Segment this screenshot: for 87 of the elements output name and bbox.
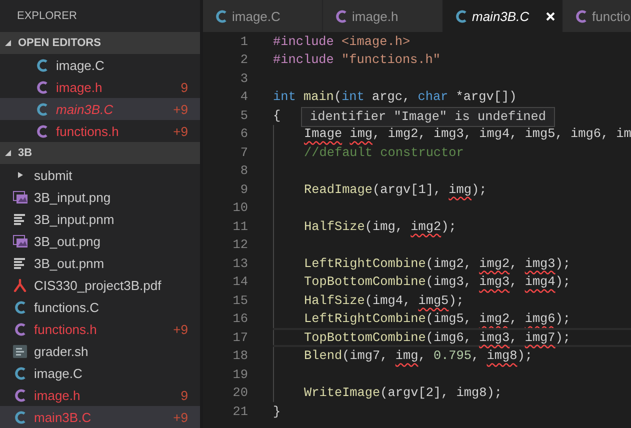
line-number: 3 <box>239 70 248 86</box>
file-item[interactable]: functions.C <box>0 296 200 318</box>
line-number: 4 <box>239 89 248 104</box>
editor-tab[interactable]: functio <box>563 0 631 32</box>
c-file-icon <box>36 80 48 94</box>
file-item[interactable]: image.C <box>0 362 200 384</box>
line-number: 20 <box>232 385 248 400</box>
line-number: 19 <box>232 366 248 382</box>
line-number: 14 <box>232 274 248 290</box>
c-file-icon <box>14 366 26 380</box>
code-line: Blend(img7, img, 0.795, img8); <box>304 348 532 364</box>
code-line: } <box>273 404 281 419</box>
line-number: 9 <box>239 182 248 197</box>
file-item[interactable]: 3B_input.png <box>0 186 200 208</box>
file-item[interactable]: image.h 9 <box>0 76 200 98</box>
problem-count: +9 <box>173 322 188 336</box>
line-number: 5 <box>239 108 248 123</box>
image-file-icon <box>12 234 28 248</box>
line-number: 10 <box>232 200 248 216</box>
sidebar-title: EXPLORER <box>16 9 78 24</box>
c-file-icon <box>336 10 347 22</box>
code-line: WriteImage(argv[2], img8); <box>304 385 502 400</box>
editor-tab[interactable]: image.h <box>323 0 443 32</box>
problem-count: +9 <box>173 124 188 138</box>
line-number: 16 <box>232 311 248 326</box>
c-file-icon <box>14 388 26 402</box>
c-file-icon <box>456 10 467 22</box>
hover-tooltip: identifier "Image" is undefined <box>301 107 556 127</box>
c-file-icon <box>36 124 48 138</box>
problem-count: 9 <box>180 80 188 94</box>
file-item[interactable]: grader.sh <box>0 340 200 362</box>
section-title: OPEN EDITORS <box>18 37 101 49</box>
code-line: HalfSize(img4, img5); <box>304 292 464 308</box>
section-header[interactable]: 3B <box>0 142 200 164</box>
problem-count: +9 <box>173 410 188 424</box>
line-number: 1 <box>239 34 248 49</box>
code-line: HalfSize(img, img2); <box>304 218 456 234</box>
c-file-icon <box>216 10 227 22</box>
image-file-icon <box>12 190 28 204</box>
code-line: Image img, img2, img3, img4, img5, img6, im <box>304 126 631 142</box>
c-file-icon <box>14 410 26 424</box>
problem-count: 9 <box>180 388 188 402</box>
code-line: TopBottomCombine(img3, img3, img4); <box>304 274 571 290</box>
code-line: int main(int argc, char *argv[]) <box>273 89 517 104</box>
code-line: ReadImage(argv[1], img); <box>304 182 487 197</box>
file-item[interactable]: 3B_input.pnm <box>0 208 200 230</box>
file-item[interactable]: image.C <box>0 54 200 76</box>
editor-tab[interactable]: image.C <box>203 0 323 32</box>
section-title: 3B <box>18 147 32 159</box>
code-line: LeftRightCombine(img5, img2, img6); <box>304 311 571 326</box>
close-icon[interactable] <box>546 12 556 20</box>
file-item[interactable]: functions.h +9 <box>0 120 200 142</box>
line-number: 17 <box>232 330 248 345</box>
script-file-icon <box>13 344 27 358</box>
code-line: #include "functions.h" <box>273 52 441 68</box>
code-line: TopBottomCombine(img6, img3, img7); <box>304 330 571 345</box>
code-line: { <box>273 108 281 123</box>
c-file-icon <box>36 102 48 116</box>
c-file-icon <box>576 10 587 22</box>
file-item[interactable]: functions.h +9 <box>0 318 200 340</box>
file-item[interactable]: CIS330_project3B.pdf <box>0 274 200 296</box>
line-number: 12 <box>232 237 248 252</box>
file-item[interactable]: 3B_out.png <box>0 230 200 252</box>
editor-tab[interactable]: main3B.C <box>443 0 563 32</box>
pdf-file-icon <box>13 278 27 292</box>
code-line: //default constructor <box>304 144 464 160</box>
section-header[interactable]: OPEN EDITORS <box>0 32 200 54</box>
problem-count: +9 <box>173 102 188 116</box>
line-number: 13 <box>232 256 248 271</box>
code-line: #include <image.h> <box>273 34 410 49</box>
line-number: 6 <box>239 126 248 142</box>
file-item[interactable]: image.h 9 <box>0 384 200 406</box>
text-file-icon <box>14 258 26 268</box>
file-item[interactable]: submit <box>0 164 200 186</box>
file-item[interactable]: 3B_out.pnm <box>0 252 200 274</box>
c-file-icon <box>14 300 26 314</box>
c-file-icon <box>36 58 48 72</box>
line-number: 11 <box>232 218 248 234</box>
line-number: 8 <box>239 163 248 178</box>
text-file-icon <box>14 214 26 224</box>
line-number: 18 <box>232 348 248 364</box>
code-line: LeftRightCombine(img2, img2, img3); <box>304 256 571 271</box>
line-number: 2 <box>239 52 248 68</box>
line-number: 15 <box>232 292 248 308</box>
c-file-icon <box>14 322 26 336</box>
line-number: 7 <box>239 144 248 160</box>
line-number: 21 <box>232 404 248 419</box>
